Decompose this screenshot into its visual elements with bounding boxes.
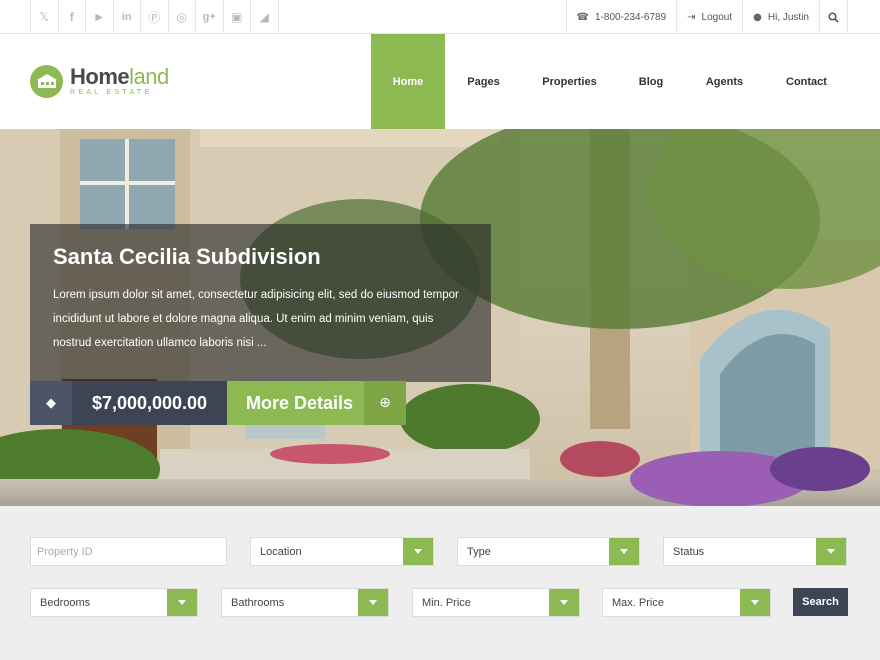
bedrooms-label: Bedrooms	[40, 596, 91, 609]
logout-label: Logout	[701, 11, 733, 23]
google-plus-icon[interactable]: g+	[196, 0, 224, 34]
location-select[interactable]: Location	[250, 537, 434, 566]
logout-link[interactable]: ⇥ Logout	[677, 0, 744, 34]
property-id-input[interactable]: Property ID	[30, 537, 227, 566]
hero-slider: Santa Cecilia Subdivision Lorem ipsum do…	[0, 129, 880, 506]
logo-tagline: REAL ESTATE	[70, 89, 153, 96]
chevron-down-icon[interactable]	[167, 589, 197, 616]
top-bar: 𝕏 f ▶ in Ⓟ ◎ g+ ▣ ◢ ☎ 1-800-234-6789 ⇥ L…	[0, 0, 880, 34]
nav-item-home[interactable]: Home	[371, 34, 445, 129]
status-label: Status	[673, 545, 705, 558]
nav-item-properties[interactable]: Properties	[522, 34, 617, 129]
plus-circle-icon[interactable]: ⊕	[364, 381, 406, 425]
nav-item-contact[interactable]: Contact	[764, 34, 849, 129]
house-icon	[30, 64, 63, 98]
site-header: Homeland REAL ESTATE Home Pages Properti…	[0, 34, 880, 129]
search-button[interactable]: Search	[793, 588, 848, 616]
chevron-down-icon[interactable]	[403, 538, 433, 565]
twitter-icon[interactable]: 𝕏	[31, 0, 59, 34]
dribbble-icon[interactable]: ◎	[169, 0, 196, 34]
facebook-icon[interactable]: f	[59, 0, 86, 34]
tag-icon: ◆	[30, 381, 72, 425]
max-price-label: Max. Price	[612, 596, 664, 609]
nav-item-blog[interactable]: Blog	[617, 34, 685, 129]
nav-item-pages[interactable]: Pages	[445, 34, 522, 129]
instagram-icon[interactable]: ▣	[224, 0, 251, 34]
logo-name: Homeland	[70, 64, 169, 89]
bathrooms-label: Bathrooms	[231, 596, 285, 609]
bedrooms-select[interactable]: Bedrooms	[30, 588, 198, 617]
hero-caption: Santa Cecilia Subdivision Lorem ipsum do…	[30, 224, 491, 382]
nav-item-agents[interactable]: Agents	[685, 34, 764, 129]
hero-title: Santa Cecilia Subdivision	[53, 244, 321, 269]
main-nav: Home Pages Properties Blog Agents Contac…	[371, 34, 849, 129]
phone-link[interactable]: ☎ 1-800-234-6789	[567, 0, 678, 34]
min-price-select[interactable]: Min. Price	[412, 588, 580, 617]
pinterest-icon[interactable]: Ⓟ	[141, 0, 169, 34]
rss-icon[interactable]: ◢	[251, 0, 279, 34]
status-select[interactable]: Status	[663, 537, 847, 566]
phone-icon: ☎	[576, 11, 589, 23]
property-price: $7,000,000.00	[72, 381, 227, 425]
bathrooms-select[interactable]: Bathrooms	[221, 588, 389, 617]
linkedin-icon[interactable]: in	[114, 0, 141, 34]
social-links: 𝕏 f ▶ in Ⓟ ◎ g+ ▣ ◢	[30, 0, 279, 34]
property-search-form: Property ID Location Type Status Bedroom…	[0, 506, 880, 660]
type-select[interactable]: Type	[457, 537, 640, 566]
chevron-down-icon[interactable]	[549, 589, 579, 616]
chevron-down-icon[interactable]	[358, 589, 388, 616]
user-icon: ●	[753, 11, 762, 23]
search-icon	[828, 11, 839, 23]
phone-number: 1-800-234-6789	[594, 11, 667, 23]
logout-icon: ⇥	[687, 11, 696, 23]
top-search-button[interactable]	[820, 0, 848, 34]
logo[interactable]: Homeland REAL ESTATE	[30, 64, 169, 98]
price-bar: ◆ $7,000,000.00 More Details ⊕	[30, 381, 406, 425]
max-price-select[interactable]: Max. Price	[602, 588, 771, 617]
youtube-icon[interactable]: ▶	[86, 0, 114, 34]
user-greeting: Hi, Justin	[767, 11, 809, 23]
user-account-link[interactable]: ● Hi, Justin	[743, 0, 820, 34]
utility-links: ☎ 1-800-234-6789 ⇥ Logout ● Hi, Justin	[565, 0, 848, 34]
min-price-label: Min. Price	[422, 596, 471, 609]
logo-text: Homeland REAL ESTATE	[70, 64, 169, 97]
chevron-down-icon[interactable]	[609, 538, 639, 565]
type-label: Type	[467, 545, 491, 558]
chevron-down-icon[interactable]	[740, 589, 770, 616]
chevron-down-icon[interactable]	[816, 538, 846, 565]
hero-description: Lorem ipsum dolor sit amet, consectetur …	[53, 289, 459, 349]
more-details-button[interactable]: More Details	[227, 381, 364, 425]
location-label: Location	[260, 545, 302, 558]
